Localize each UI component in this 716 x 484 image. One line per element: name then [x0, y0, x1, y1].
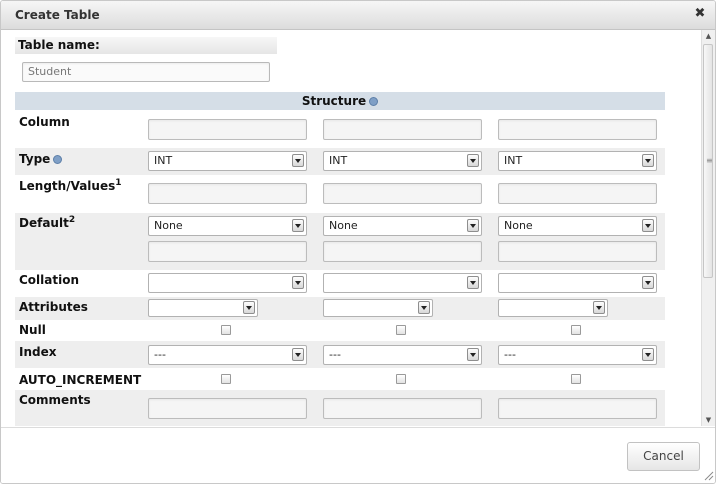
- default-select[interactable]: None: [323, 216, 482, 236]
- structure-header: Structure: [15, 92, 665, 110]
- dialog-content: Table name: Student Structure Column Typ…: [1, 30, 701, 426]
- info-icon[interactable]: [369, 97, 379, 106]
- footnote-marker: 1: [115, 178, 122, 188]
- auto-increment-checkbox[interactable]: [571, 374, 581, 384]
- length-values-input[interactable]: [148, 183, 307, 204]
- column-name-input[interactable]: [498, 119, 657, 140]
- cancel-button[interactable]: Cancel: [627, 442, 700, 471]
- row-label-length-text: Length/Values: [19, 179, 116, 193]
- chevron-down-icon: [292, 219, 304, 232]
- collation-select[interactable]: [323, 273, 482, 293]
- vertical-scrollbar[interactable]: ▲ ≡ ▼: [701, 30, 715, 426]
- type-select-value: INT: [154, 154, 173, 167]
- attributes-select[interactable]: [148, 299, 258, 317]
- chevron-down-icon: [292, 348, 304, 361]
- length-values-input[interactable]: [323, 183, 482, 204]
- length-values-input[interactable]: [498, 183, 657, 204]
- row-label-default-text: Default: [19, 216, 69, 230]
- dialog-title: Create Table: [15, 8, 100, 22]
- default-select-value: None: [504, 219, 533, 232]
- null-checkbox[interactable]: [571, 325, 581, 335]
- structure-title: Structure: [301, 94, 367, 108]
- column-name-input[interactable]: [148, 119, 307, 140]
- row-label-attributes: Attributes: [19, 300, 88, 314]
- row-label-auto-increment: AUTO_INCREMENT: [19, 373, 142, 387]
- type-select-value: INT: [504, 154, 523, 167]
- create-table-dialog: Create Table ✖ Table name: Student Struc…: [0, 0, 716, 484]
- attributes-select[interactable]: [323, 299, 433, 317]
- row-label-collation: Collation: [19, 273, 80, 287]
- info-icon[interactable]: [53, 155, 63, 164]
- type-select[interactable]: INT: [148, 151, 307, 171]
- scrollbar-thumb[interactable]: ≡: [703, 44, 713, 278]
- close-icon[interactable]: ✖: [693, 6, 707, 22]
- default-value-input[interactable]: [323, 241, 482, 262]
- comments-input[interactable]: [498, 398, 657, 419]
- chevron-down-icon: [418, 301, 430, 314]
- table-name-label: Table name:: [15, 37, 277, 54]
- row-label-comments: Comments: [19, 393, 91, 407]
- type-select-value: INT: [329, 154, 348, 167]
- table-name-input[interactable]: Student: [22, 62, 270, 82]
- grip-icon: ≡: [706, 156, 713, 165]
- row-label-null: Null: [19, 323, 46, 337]
- index-select-value: ---: [504, 348, 516, 361]
- collation-select[interactable]: [498, 273, 657, 293]
- collation-select[interactable]: [148, 273, 307, 293]
- null-checkbox[interactable]: [396, 325, 406, 335]
- index-select[interactable]: ---: [323, 345, 482, 365]
- type-select[interactable]: INT: [498, 151, 657, 171]
- auto-increment-checkbox[interactable]: [396, 374, 406, 384]
- default-select[interactable]: None: [498, 216, 657, 236]
- index-select-value: ---: [154, 348, 166, 361]
- footnote-marker: 2: [68, 215, 76, 225]
- attributes-select[interactable]: [498, 299, 608, 317]
- chevron-down-icon: [467, 219, 479, 232]
- default-select-value: None: [154, 219, 183, 232]
- row-label-index: Index: [19, 345, 57, 359]
- type-select[interactable]: INT: [323, 151, 482, 171]
- scroll-down-icon[interactable]: ▼: [702, 414, 715, 426]
- index-select[interactable]: ---: [498, 345, 657, 365]
- default-value-input[interactable]: [148, 241, 307, 262]
- auto-increment-checkbox[interactable]: [221, 374, 231, 384]
- chevron-down-icon: [642, 219, 654, 232]
- index-select-value: ---: [329, 348, 341, 361]
- chevron-down-icon: [467, 348, 479, 361]
- chevron-down-icon: [243, 301, 255, 314]
- row-label-default: Default2: [19, 215, 75, 230]
- row-label-type-text: Type: [19, 152, 51, 166]
- row-label-length: Length/Values1: [19, 178, 122, 193]
- row-label-column: Column: [19, 115, 70, 129]
- dialog-footer: [1, 427, 715, 483]
- chevron-down-icon: [642, 154, 654, 167]
- chevron-down-icon: [292, 276, 304, 289]
- row-label-type: Type: [19, 152, 63, 166]
- comments-input[interactable]: [323, 398, 482, 419]
- chevron-down-icon: [642, 348, 654, 361]
- resize-handle-icon[interactable]: [702, 469, 714, 481]
- chevron-down-icon: [292, 154, 304, 167]
- default-select-value: None: [329, 219, 358, 232]
- comments-input[interactable]: [148, 398, 307, 419]
- null-checkbox[interactable]: [221, 325, 231, 335]
- chevron-down-icon: [467, 154, 479, 167]
- default-select[interactable]: None: [148, 216, 307, 236]
- column-name-input[interactable]: [323, 119, 482, 140]
- chevron-down-icon: [467, 276, 479, 289]
- chevron-down-icon: [642, 276, 654, 289]
- default-value-input[interactable]: [498, 241, 657, 262]
- chevron-down-icon: [593, 301, 605, 314]
- dialog-titlebar[interactable]: Create Table ✖: [1, 1, 715, 30]
- scroll-up-icon[interactable]: ▲: [702, 30, 715, 42]
- index-select[interactable]: ---: [148, 345, 307, 365]
